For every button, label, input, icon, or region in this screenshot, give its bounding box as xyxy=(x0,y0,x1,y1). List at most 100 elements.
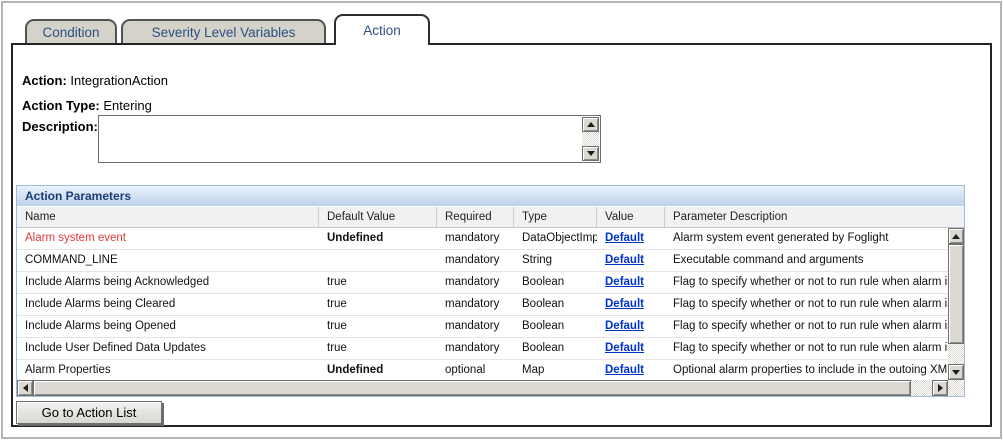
param-name-cell: Include Alarms being Opened xyxy=(17,316,319,337)
required-cell: mandatory xyxy=(437,228,514,249)
default-value-cell xyxy=(319,250,437,271)
param-description-cell: Flag to specify whether or not to run ru… xyxy=(665,272,964,293)
default-link[interactable]: Default xyxy=(605,298,644,310)
default-link[interactable]: Default xyxy=(605,254,644,266)
arrow-up-icon xyxy=(587,122,595,127)
value-cell: Default xyxy=(597,338,665,359)
scroll-track[interactable] xyxy=(911,380,932,396)
action-parameters-title: Action Parameters xyxy=(17,186,964,207)
action-type-label: Action Type: xyxy=(22,98,100,113)
default-value-cell: true xyxy=(319,272,437,293)
required-cell: mandatory xyxy=(437,338,514,359)
default-value-cell: true xyxy=(319,338,437,359)
action-label: Action: xyxy=(22,73,67,88)
type-cell: Boolean xyxy=(514,272,597,293)
table-row: Include Alarms being Clearedtruemandator… xyxy=(17,294,964,316)
param-table-header: NameDefault ValueRequiredTypeValueParame… xyxy=(17,207,964,228)
default-value-cell: true xyxy=(319,294,437,315)
scroll-down-button[interactable] xyxy=(948,364,964,380)
param-name-cell: Alarm Properties xyxy=(17,360,319,381)
value-cell: Default xyxy=(597,294,665,315)
arrow-left-icon xyxy=(23,384,28,392)
param-description-cell: Executable command and arguments xyxy=(665,250,964,271)
scroll-left-button[interactable] xyxy=(17,380,33,396)
param-name-cell: Alarm system event xyxy=(17,228,319,249)
description-label: Description: xyxy=(22,119,98,134)
required-cell: mandatory xyxy=(437,272,514,293)
default-link[interactable]: Default xyxy=(605,320,644,332)
tab-severity-level-variables[interactable]: Severity Level Variables xyxy=(121,19,326,43)
tab-severity-label: Severity Level Variables xyxy=(152,25,296,40)
default-value-cell: Undefined xyxy=(319,360,437,381)
table-row: Include Alarms being Openedtruemandatory… xyxy=(17,316,964,338)
table-row: Include User Defined Data Updatestrueman… xyxy=(17,338,964,360)
required-cell: mandatory xyxy=(437,294,514,315)
column-header: Type xyxy=(514,207,597,227)
param-description-cell: Optional alarm properties to include in … xyxy=(665,360,964,381)
column-header: Name xyxy=(17,207,319,227)
type-cell: Boolean xyxy=(514,316,597,337)
arrow-up-icon xyxy=(952,234,960,239)
description-input[interactable] xyxy=(100,117,582,161)
value-cell: Default xyxy=(597,272,665,293)
required-cell: mandatory xyxy=(437,316,514,337)
param-name-cell: Include Alarms being Acknowledged xyxy=(17,272,319,293)
arrow-down-icon xyxy=(587,151,595,156)
action-type-value: Entering xyxy=(103,98,151,113)
default-link[interactable]: Default xyxy=(605,276,644,288)
column-header: Parameter Description xyxy=(665,207,964,227)
tab-action[interactable]: Action xyxy=(334,14,430,45)
action-type-field: Action Type: Entering xyxy=(22,98,152,113)
description-label-line: Description: xyxy=(22,119,98,134)
table-horizontal-scrollbar[interactable] xyxy=(17,380,948,396)
tab-condition-label: Condition xyxy=(42,25,99,40)
scroll-right-button[interactable] xyxy=(932,380,948,396)
column-header: Required xyxy=(437,207,514,227)
scrollbar-corner xyxy=(948,380,964,396)
scroll-up-button[interactable] xyxy=(582,117,599,132)
required-cell: mandatory xyxy=(437,250,514,271)
scroll-up-button[interactable] xyxy=(948,228,964,244)
param-description-cell: Flag to specify whether or not to run ru… xyxy=(665,316,964,337)
value-cell: Default xyxy=(597,250,665,271)
param-name-cell: Include Alarms being Cleared xyxy=(17,294,319,315)
value-cell: Default xyxy=(597,316,665,337)
default-link[interactable]: Default xyxy=(605,342,644,354)
horizontal-scroll-thumb[interactable] xyxy=(33,380,911,396)
default-value-cell: true xyxy=(319,316,437,337)
scroll-down-button[interactable] xyxy=(582,146,599,161)
vertical-scroll-thumb[interactable] xyxy=(948,244,964,344)
type-cell: Boolean xyxy=(514,338,597,359)
param-description-cell: Alarm system event generated by Foglight xyxy=(665,228,964,249)
table-vertical-scrollbar[interactable] xyxy=(948,228,964,380)
arrow-down-icon xyxy=(952,370,960,375)
tab-condition[interactable]: Condition xyxy=(25,19,117,43)
tab-action-label: Action xyxy=(363,23,401,38)
type-cell: DataObjectImpl xyxy=(514,228,597,249)
action-parameters-section: Action Parameters Name Default Value Requi… xyxy=(16,185,965,397)
action-value: IntegrationAction xyxy=(70,73,168,88)
param-description-cell: Flag to specify whether or not to run ru… xyxy=(665,294,964,315)
scroll-track[interactable] xyxy=(582,132,599,146)
table-row: COMMAND_LINE mandatoryString Default Execut… xyxy=(17,250,964,272)
screen: Condition Severity Level Variables Actio… xyxy=(0,0,1003,440)
param-table-body: Alarm system eventUndefinedmandatoryData… xyxy=(17,228,964,396)
go-to-action-list-button[interactable]: Go to Action List xyxy=(16,401,162,424)
description-box xyxy=(98,115,601,163)
action-field: Action: IntegrationAction xyxy=(22,73,168,88)
value-cell: Default xyxy=(597,228,665,249)
table-row: Include Alarms being Acknowledgedtrueman… xyxy=(17,272,964,294)
action-tab-panel: Action: IntegrationAction Action Type: E… xyxy=(11,43,992,427)
scroll-track[interactable] xyxy=(948,344,964,364)
description-scrollbar[interactable] xyxy=(582,117,599,161)
param-name-cell: COMMAND_LINE xyxy=(17,250,319,271)
param-description-cell: Flag to specify whether or not to run ru… xyxy=(665,338,964,359)
value-cell: Default xyxy=(597,360,665,381)
column-header: Value xyxy=(597,207,665,227)
type-cell: String xyxy=(514,250,597,271)
default-link[interactable]: Default xyxy=(605,364,644,376)
default-value-cell: Undefined xyxy=(319,228,437,249)
type-cell: Boolean xyxy=(514,294,597,315)
default-link[interactable]: Default xyxy=(605,232,644,244)
table-row: Alarm system eventUndefinedmandatoryData… xyxy=(17,228,964,250)
